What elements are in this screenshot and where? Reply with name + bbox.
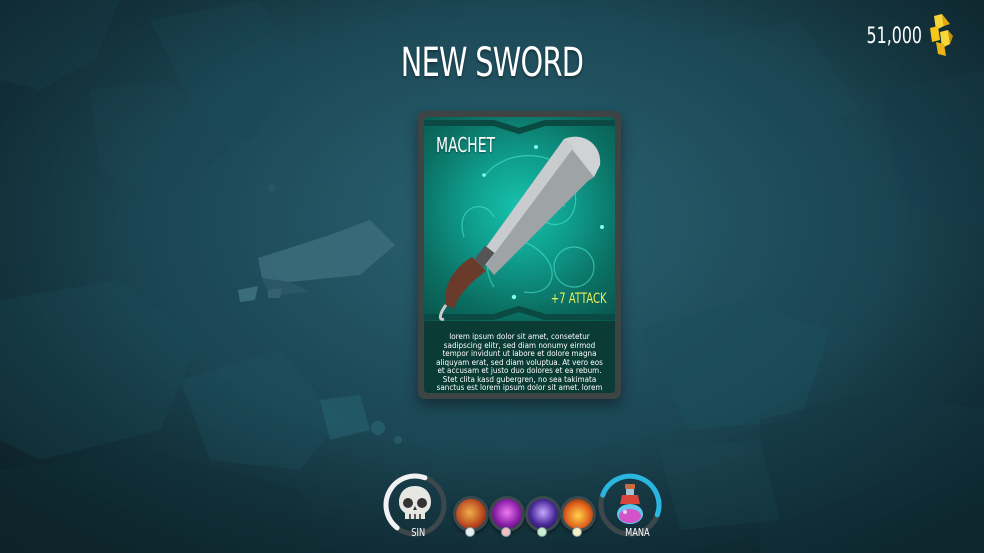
page-title: NEW SWORD: [400, 40, 584, 86]
skull-icon: [399, 486, 431, 519]
currency-display: 51,000: [845, 14, 954, 58]
potion-icon: [617, 484, 643, 524]
skill-key-y: [572, 527, 582, 537]
skill-key-a: [537, 527, 547, 537]
skill-key-b: [501, 527, 511, 537]
player-hud: SIN MANA: [382, 470, 682, 553]
card-name: MACHET: [436, 133, 496, 157]
card-stat: +7 ATTACK: [551, 291, 607, 307]
reward-card[interactable]: MACHET +7 ATTACK lorem ipsum dolor sit a…: [418, 111, 621, 399]
sin-label: SIN: [411, 526, 426, 539]
card-description: lorem ipsum dolor sit amet, consetetur s…: [436, 332, 603, 393]
card-face: MACHET +7 ATTACK lorem ipsum dolor sit a…: [424, 117, 615, 393]
skill-key-x: [465, 527, 475, 537]
currency-amount: 51,000: [866, 23, 922, 49]
mana-label: MANA: [625, 526, 650, 539]
card-art: MACHET +7 ATTACK: [424, 117, 615, 321]
gold-crystal-icon: [930, 14, 953, 56]
